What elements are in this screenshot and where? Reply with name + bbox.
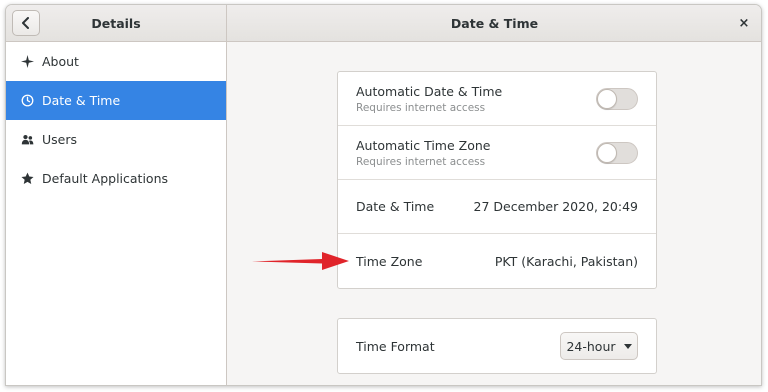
dropdown-arrow-icon: [623, 343, 632, 349]
sidebar: About Date & Time Users Default Applicat…: [6, 42, 227, 385]
time-zone-label: Time Zone: [356, 253, 423, 269]
switch-knob: [597, 88, 617, 109]
time-zone-row[interactable]: Time Zone PKT (Karachi, Pakistan): [338, 234, 656, 288]
clock-icon: [19, 93, 35, 109]
sidebar-item-label: About: [42, 54, 79, 69]
date-time-row[interactable]: Date & Time 27 December 2020, 20:49: [338, 180, 656, 234]
sidebar-item-default-applications[interactable]: Default Applications: [6, 159, 226, 198]
date-time-label: Date & Time: [356, 199, 435, 214]
sidebar-item-label: Default Applications: [42, 171, 169, 186]
automatic-time-zone-subtitle: Requires internet access: [356, 155, 486, 168]
time-format-label: Time Format: [356, 338, 435, 354]
sidebar-item-date-time[interactable]: Date & Time: [6, 81, 226, 120]
switch-knob: [597, 142, 617, 163]
header-bar: Details Date & Time ×: [6, 5, 761, 42]
automatic-date-time-label: Automatic Date & Time: [356, 83, 503, 99]
automatic-time-zone-switch[interactable]: [596, 141, 638, 164]
main-content: Automatic Date & Time Requires internet …: [228, 42, 761, 385]
sidebar-header: Details: [6, 5, 227, 42]
sidebar-title: Details: [91, 16, 141, 31]
date-time-value: 27 December 2020, 20:49: [473, 199, 638, 214]
sidebar-item-label: Date & Time: [42, 93, 121, 108]
time-format-value: 24-hour: [566, 338, 616, 354]
settings-window: Details Date & Time × About Date & Time …: [5, 4, 762, 386]
date-time-settings-list: Automatic Date & Time Requires internet …: [337, 71, 657, 289]
close-button[interactable]: ×: [735, 14, 753, 32]
chevron-left-icon: [22, 17, 29, 29]
time-zone-value: PKT (Karachi, Pakistan): [494, 253, 638, 269]
sidebar-item-label: Users: [42, 132, 78, 147]
automatic-date-time-subtitle: Requires internet access: [356, 101, 486, 114]
annotation-arrow-icon: [252, 252, 349, 270]
automatic-date-time-row[interactable]: Automatic Date & Time Requires internet …: [338, 72, 656, 126]
sparkle-icon: [19, 54, 35, 70]
back-button[interactable]: [12, 10, 40, 36]
time-format-list: Time Format 24-hour: [337, 318, 657, 374]
star-icon: [19, 171, 35, 187]
sidebar-item-users[interactable]: Users: [6, 120, 226, 159]
automatic-date-time-switch[interactable]: [596, 87, 638, 110]
automatic-time-zone-row[interactable]: Automatic Time Zone Requires internet ac…: [338, 126, 656, 180]
time-format-dropdown[interactable]: 24-hour: [560, 332, 638, 360]
automatic-time-zone-label: Automatic Time Zone: [356, 137, 491, 153]
page-title: Date & Time: [450, 16, 539, 31]
time-format-row: Time Format 24-hour: [338, 319, 656, 373]
close-icon: ×: [738, 15, 750, 31]
sidebar-item-about[interactable]: About: [6, 42, 226, 81]
users-icon: [19, 132, 35, 148]
